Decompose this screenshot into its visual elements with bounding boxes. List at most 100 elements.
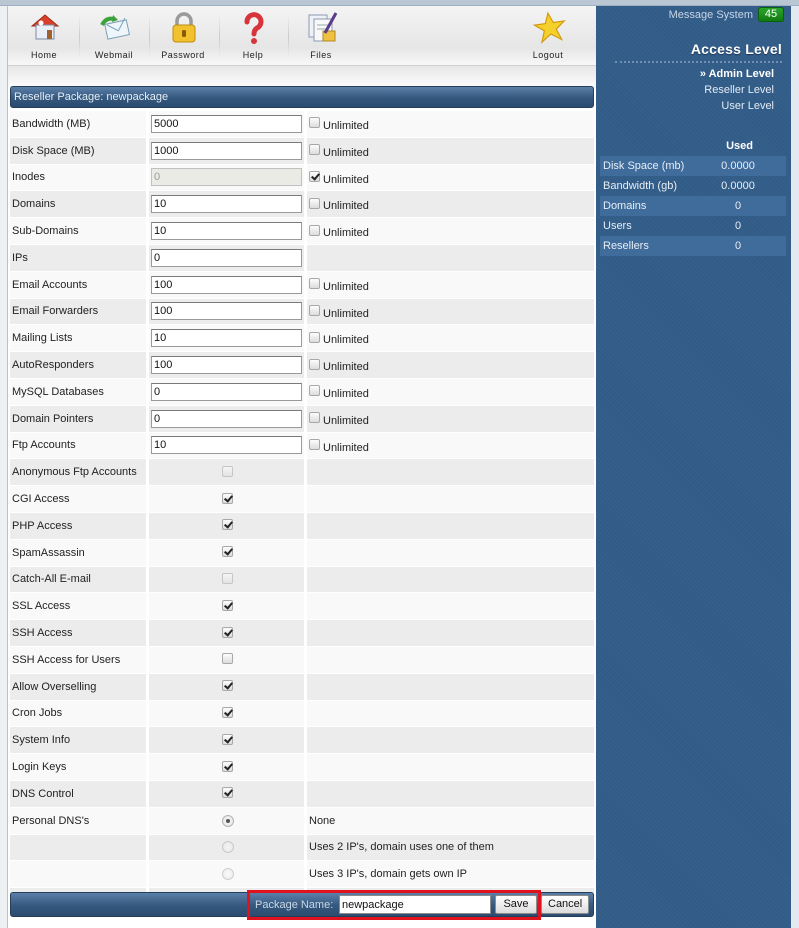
feature-checkbox[interactable] xyxy=(222,546,233,558)
toolbar-webmail-button[interactable]: Webmail xyxy=(80,6,148,66)
limit-row: IPs xyxy=(10,244,594,272)
toolbar-label: Home xyxy=(30,50,57,60)
limit-input[interactable] xyxy=(151,436,302,455)
access-level-admin[interactable]: » Admin Level xyxy=(700,68,774,80)
toolbar-label: Webmail xyxy=(94,50,134,60)
toolbar-password-button[interactable]: Password xyxy=(149,6,217,66)
unlimited-checkbox[interactable] xyxy=(309,171,320,183)
limit-label: MySQL Databases xyxy=(10,378,146,406)
unlimited-label: Unlimited xyxy=(323,146,369,159)
padlock-icon xyxy=(172,12,196,43)
feature-label: PHP Access xyxy=(10,512,146,540)
feature-row: Catch-All E-mail xyxy=(10,566,594,594)
unlimited-checkbox[interactable] xyxy=(309,144,320,156)
feature-checkbox[interactable] xyxy=(222,733,233,745)
unlimited-checkbox[interactable] xyxy=(309,358,320,370)
unlimited-checkbox[interactable] xyxy=(309,439,320,450)
left-gutter xyxy=(0,6,8,928)
limit-label: Sub-Domains xyxy=(10,218,146,245)
limit-input[interactable] xyxy=(151,168,302,187)
limit-row: Mailing Lists Unlimited xyxy=(10,325,594,353)
limit-input[interactable] xyxy=(151,409,302,428)
unlimited-checkbox[interactable] xyxy=(309,385,320,397)
unlimited-checkbox[interactable] xyxy=(309,305,320,317)
unlimited-label: Unlimited xyxy=(323,387,369,400)
unlimited-checkbox[interactable] xyxy=(309,331,320,343)
access-level-reseller[interactable]: Reseller Level xyxy=(704,84,774,96)
feature-row: SSH Access for Users xyxy=(10,646,594,674)
save-button[interactable]: Save xyxy=(495,895,537,914)
toolbar-label: Logout xyxy=(532,50,564,60)
access-level-user[interactable]: User Level xyxy=(721,100,774,112)
usage-label: Users xyxy=(603,220,632,232)
toolbar: Home Webmail Password Help Files Logout xyxy=(8,6,596,66)
limit-input[interactable] xyxy=(151,302,302,321)
unlimited-label: Unlimited xyxy=(323,200,369,213)
unlimited-checkbox[interactable] xyxy=(309,197,320,209)
feature-checkbox[interactable] xyxy=(222,573,233,585)
limit-label: Email Accounts xyxy=(10,271,146,299)
feature-label: Anonymous Ftp Accounts xyxy=(10,459,146,487)
feature-checkbox[interactable] xyxy=(222,787,233,799)
limit-label: Disk Space (MB) xyxy=(10,137,146,165)
limit-input[interactable] xyxy=(151,195,302,214)
limit-input[interactable] xyxy=(151,222,302,241)
unlimited-label: Unlimited xyxy=(323,441,369,454)
feature-checkbox[interactable] xyxy=(222,465,233,477)
usage-value: 0 xyxy=(734,200,742,212)
unlimited-checkbox[interactable] xyxy=(309,278,320,290)
unlimited-label: Unlimited xyxy=(323,173,369,186)
personal-dns-label: Personal DNS's xyxy=(10,807,146,835)
unlimited-label: Unlimited xyxy=(323,334,369,347)
feature-checkbox[interactable] xyxy=(222,519,233,531)
footer-bar: Package Name: Save Cancel xyxy=(10,892,594,917)
toolbar-files-button[interactable]: Files xyxy=(287,6,355,66)
limit-row: Sub-Domains Unlimited xyxy=(10,218,594,245)
unlimited-checkbox[interactable] xyxy=(309,412,320,424)
access-level-title: Access Level xyxy=(690,41,782,57)
usage-row: Disk Space (mb) 0.0000 xyxy=(600,156,786,176)
limit-row: Domains Unlimited xyxy=(10,191,594,219)
section-title: Reseller Package: newpackage xyxy=(10,86,594,108)
cancel-button[interactable]: Cancel xyxy=(541,895,589,914)
files-icon xyxy=(308,12,338,42)
toolbar-help-button[interactable]: Help xyxy=(219,6,287,66)
usage-row: Users 0 xyxy=(600,216,786,236)
limit-input[interactable] xyxy=(151,248,302,267)
toolbar-logout-button[interactable]: Logout xyxy=(514,6,582,66)
personal-dns-radio[interactable] xyxy=(221,868,234,881)
usage-row: Bandwidth (gb) 0.0000 xyxy=(600,176,786,196)
limit-row: Ftp Accounts Unlimited xyxy=(10,432,594,460)
limit-input[interactable] xyxy=(151,329,302,348)
unlimited-checkbox[interactable] xyxy=(309,224,320,236)
limit-label: Ftp Accounts xyxy=(10,432,146,460)
limit-label: AutoResponders xyxy=(10,352,146,379)
limit-input[interactable] xyxy=(151,141,302,160)
feature-label: SpamAssassin xyxy=(10,539,146,567)
feature-checkbox[interactable] xyxy=(222,626,233,638)
limit-label: Inodes xyxy=(10,164,146,192)
unlimited-checkbox[interactable] xyxy=(309,117,320,129)
limit-input[interactable] xyxy=(151,382,302,401)
limit-row: Email Forwarders Unlimited xyxy=(10,298,594,326)
limit-input[interactable] xyxy=(151,275,302,294)
toolbar-home-button[interactable]: Home xyxy=(10,6,78,66)
personal-dns-radio[interactable] xyxy=(221,841,234,854)
feature-checkbox[interactable] xyxy=(222,760,233,772)
feature-row: DNS Control xyxy=(10,780,594,808)
limit-input[interactable] xyxy=(151,356,302,375)
feature-checkbox[interactable] xyxy=(222,599,233,611)
message-count-badge[interactable]: 45 xyxy=(758,7,784,22)
limit-input[interactable] xyxy=(151,114,302,133)
feature-checkbox[interactable] xyxy=(222,653,233,665)
message-system-link[interactable]: Message System xyxy=(669,9,753,21)
toolbar-label: Password xyxy=(161,50,205,60)
feature-checkbox[interactable] xyxy=(222,492,233,504)
package-name-input[interactable] xyxy=(339,895,491,914)
feature-row: System Info xyxy=(10,727,594,755)
feature-checkbox[interactable] xyxy=(222,680,233,692)
feature-label: SSH Access for Users xyxy=(10,646,146,674)
feature-checkbox[interactable] xyxy=(222,707,233,719)
limit-row: Disk Space (MB) Unlimited xyxy=(10,137,594,165)
personal-dns-radio[interactable] xyxy=(221,814,234,827)
